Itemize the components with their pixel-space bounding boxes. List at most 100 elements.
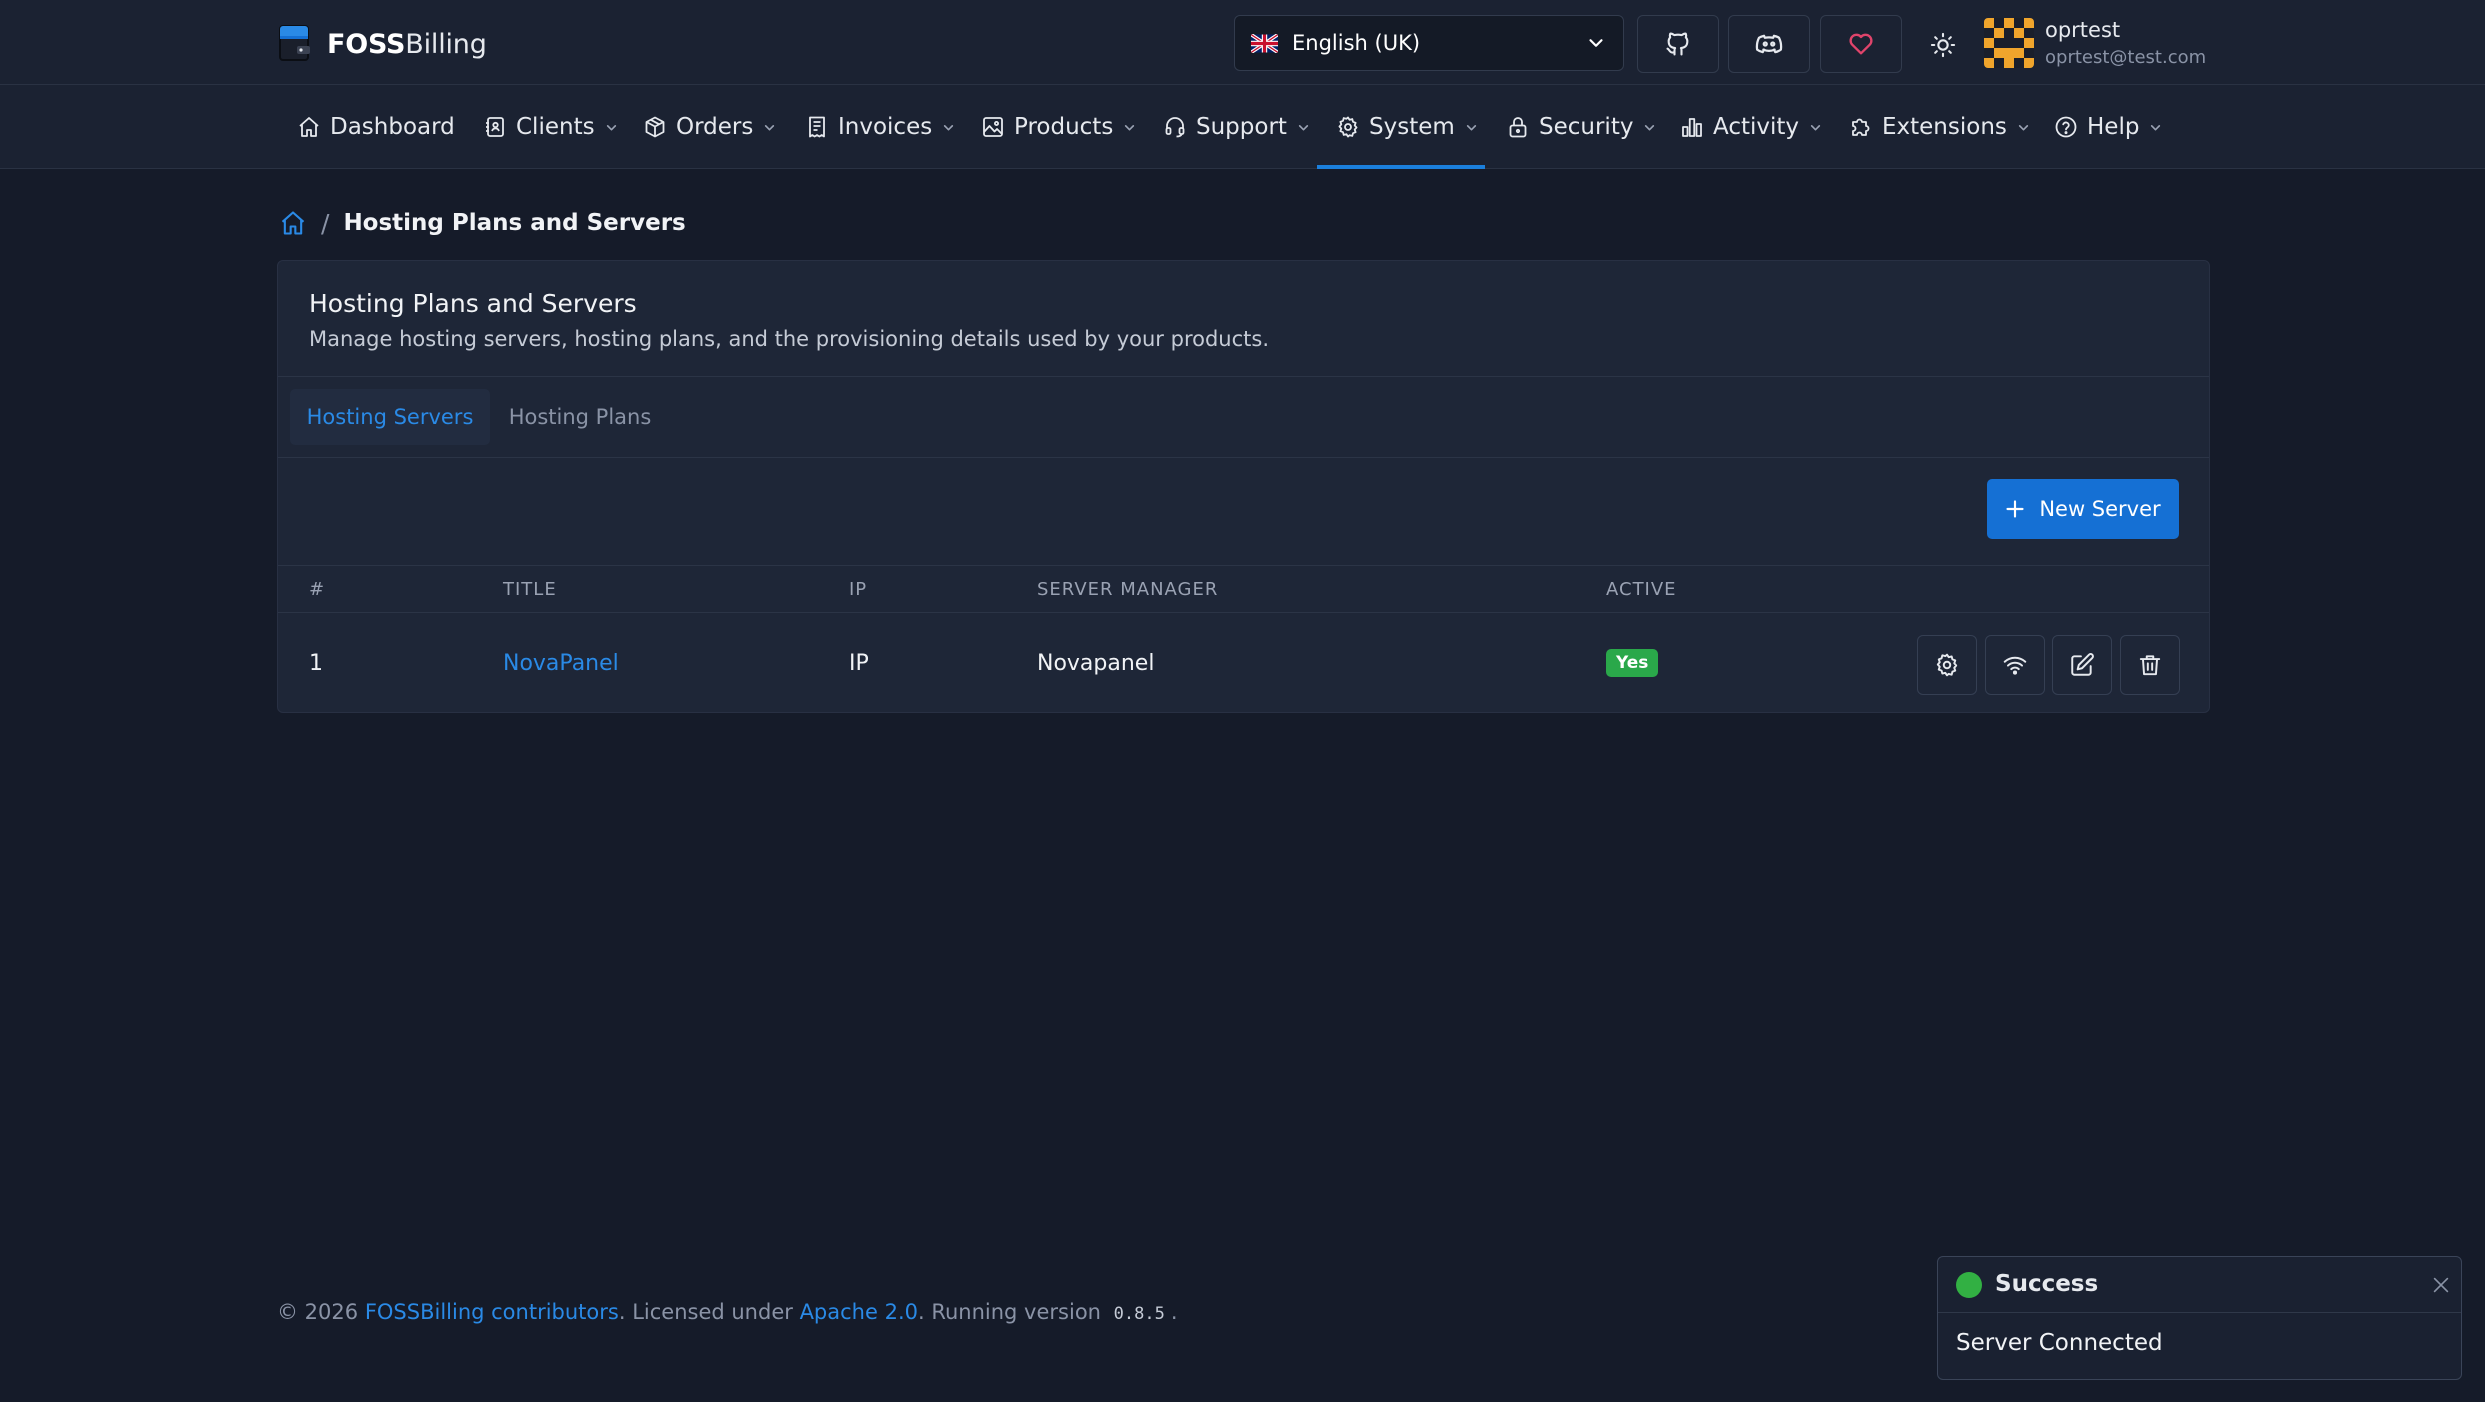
nav-item-support[interactable]: Support: [1163, 85, 1310, 169]
bar-chart-icon: [1682, 118, 1702, 137]
nav-item-activity[interactable]: Activity: [1680, 85, 1822, 169]
chevron-down-icon: [2018, 124, 2029, 130]
language-select[interactable]: English (UK): [1234, 15, 1624, 71]
nav-label: Extensions: [1882, 114, 2007, 140]
server-title-link[interactable]: NovaPanel: [503, 613, 619, 713]
github-button[interactable]: [1637, 15, 1719, 73]
brand[interactable]: FOSSBilling: [277, 22, 487, 66]
license-link[interactable]: Apache 2.0: [800, 1300, 918, 1324]
chevron-down-icon: [606, 124, 616, 130]
nav-item-orders[interactable]: Orders: [643, 85, 776, 169]
box-icon: [645, 116, 665, 138]
new-server-button[interactable]: New Server: [1987, 479, 2179, 539]
divider: [278, 457, 2209, 458]
chevron-down-icon: [1645, 124, 1655, 130]
nav-item-security[interactable]: Security: [1506, 85, 1656, 169]
nav-label: System: [1369, 114, 1455, 140]
trash-icon: [2139, 655, 2161, 676]
cell-active: Yes: [1606, 613, 1659, 713]
divider: [278, 376, 2209, 377]
chevron-down-icon: [1589, 39, 1603, 47]
home-icon: [299, 117, 319, 137]
toast-message: Server Connected: [1956, 1330, 2163, 1356]
status-badge: Yes: [1606, 649, 1659, 677]
footer-version-text: . Running version: [917, 1300, 1101, 1324]
user-name[interactable]: oprtest: [2045, 18, 2120, 42]
nav-active-indicator: [1317, 165, 1485, 169]
avatar[interactable]: [1984, 18, 2034, 68]
footer-copyright: © 2026: [277, 1300, 359, 1324]
nav-label: Orders: [676, 114, 754, 140]
chevron-down-icon: [1298, 124, 1309, 130]
server-config-button[interactable]: [1917, 635, 1977, 695]
hosting-card: Hosting Plans and Servers Manage hosting…: [277, 260, 2210, 713]
language-label: English (UK): [1292, 31, 1421, 55]
github-icon: [1666, 32, 1689, 56]
chevron-down-icon: [765, 124, 775, 130]
success-dot-icon: [1956, 1272, 1982, 1298]
cell-ip: IP: [849, 650, 869, 676]
nav-item-clients[interactable]: Clients: [483, 85, 618, 169]
discord-icon: [1755, 34, 1783, 54]
chevron-down-icon: [944, 124, 954, 130]
nav-item-invoices[interactable]: Invoices: [805, 85, 955, 169]
plus-icon: [2006, 500, 2024, 518]
headset-icon: [1165, 117, 1185, 138]
identicon-icon: [1984, 18, 2034, 68]
delete-server-button[interactable]: [2120, 635, 2180, 695]
nav-item-extensions[interactable]: Extensions: [1849, 85, 2030, 169]
nav-label: Support: [1196, 114, 1287, 140]
nav-label: Help: [2087, 114, 2140, 140]
brand-name: FOSSBilling: [327, 28, 487, 60]
nav-item-dashboard[interactable]: Dashboard: [297, 85, 455, 169]
close-icon[interactable]: [2430, 1274, 2452, 1296]
discord-button[interactable]: [1728, 15, 1810, 73]
tab-hosting-servers[interactable]: Hosting Servers: [290, 389, 490, 445]
chevron-down-icon: [1810, 124, 1821, 130]
nav-label: Invoices: [838, 114, 933, 140]
nav-item-products[interactable]: Products: [981, 85, 1136, 169]
table-header: # TITLE IP SERVER MANAGER ACTIVE: [278, 565, 2209, 613]
chevron-down-icon: [1125, 124, 1135, 130]
help-circle-icon: [2055, 116, 2077, 138]
tab-hosting-plans[interactable]: Hosting Plans: [500, 389, 660, 445]
column-header-title: TITLE: [503, 578, 557, 600]
main-nav: Dashboard Clients Orders Invoices Produc…: [0, 85, 2485, 169]
contributors-link[interactable]: FOSSBilling contributors: [365, 1300, 619, 1324]
image-icon: [983, 117, 1003, 137]
column-header-active: ACTIVE: [1606, 578, 1677, 600]
column-header-ip: IP: [849, 578, 868, 600]
puzzle-icon: [1852, 118, 1870, 136]
user-email: oprtest@test.com: [2045, 47, 2207, 68]
sponsor-button[interactable]: [1820, 15, 1902, 73]
gear-icon: [1936, 653, 1958, 677]
wifi-icon: [2003, 656, 2027, 675]
wallet-logo-icon: [279, 25, 310, 61]
top-header: FOSSBilling English (UK) oprtest oprtest…: [0, 0, 2485, 85]
theme-toggle-button[interactable]: [1926, 28, 1960, 62]
success-toast: Success Server Connected: [1937, 1256, 2462, 1380]
edit-server-button[interactable]: [2052, 635, 2112, 695]
nav-item-system[interactable]: System: [1336, 85, 1478, 169]
gear-icon: [1338, 116, 1358, 138]
nav-item-help[interactable]: Help: [2054, 85, 2162, 169]
footer-end: .: [1170, 1300, 1178, 1324]
page-title: Hosting Plans and Servers: [309, 289, 637, 318]
nav-label: Products: [1014, 114, 1114, 140]
new-server-label: New Server: [2039, 497, 2161, 521]
receipt-icon: [809, 116, 825, 138]
heart-icon: [1849, 33, 1873, 55]
column-header-server-manager: SERVER MANAGER: [1037, 578, 1219, 600]
column-header-id: #: [309, 578, 326, 600]
test-connection-button[interactable]: [1985, 635, 2045, 695]
sun-icon: [1930, 32, 1956, 58]
cell-id: 1: [309, 650, 323, 676]
breadcrumb-current: Hosting Plans and Servers: [343, 210, 686, 236]
home-icon[interactable]: [279, 209, 307, 237]
toast-header: Success: [1938, 1257, 2461, 1313]
footer-license-text: . Licensed under: [618, 1300, 793, 1324]
version-number: 0.8.5: [1113, 1304, 1165, 1324]
table-row: 1 NovaPanel IP Novapanel Yes: [278, 613, 2209, 713]
nav-label: Security: [1539, 114, 1634, 140]
lock-icon: [1509, 117, 1527, 138]
